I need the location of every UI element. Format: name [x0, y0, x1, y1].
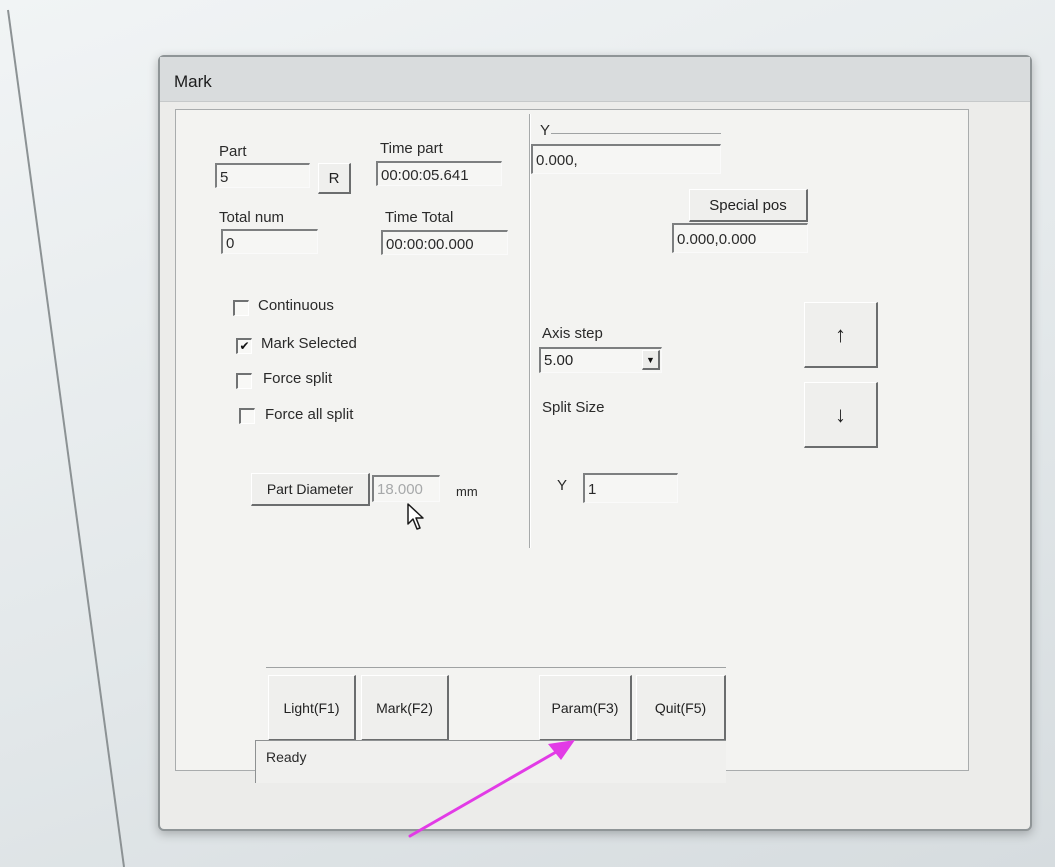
annotation-arrow-shaft: [408, 746, 565, 838]
annotation-arrow: [408, 740, 575, 838]
annotation-arrow-head: [548, 740, 575, 760]
